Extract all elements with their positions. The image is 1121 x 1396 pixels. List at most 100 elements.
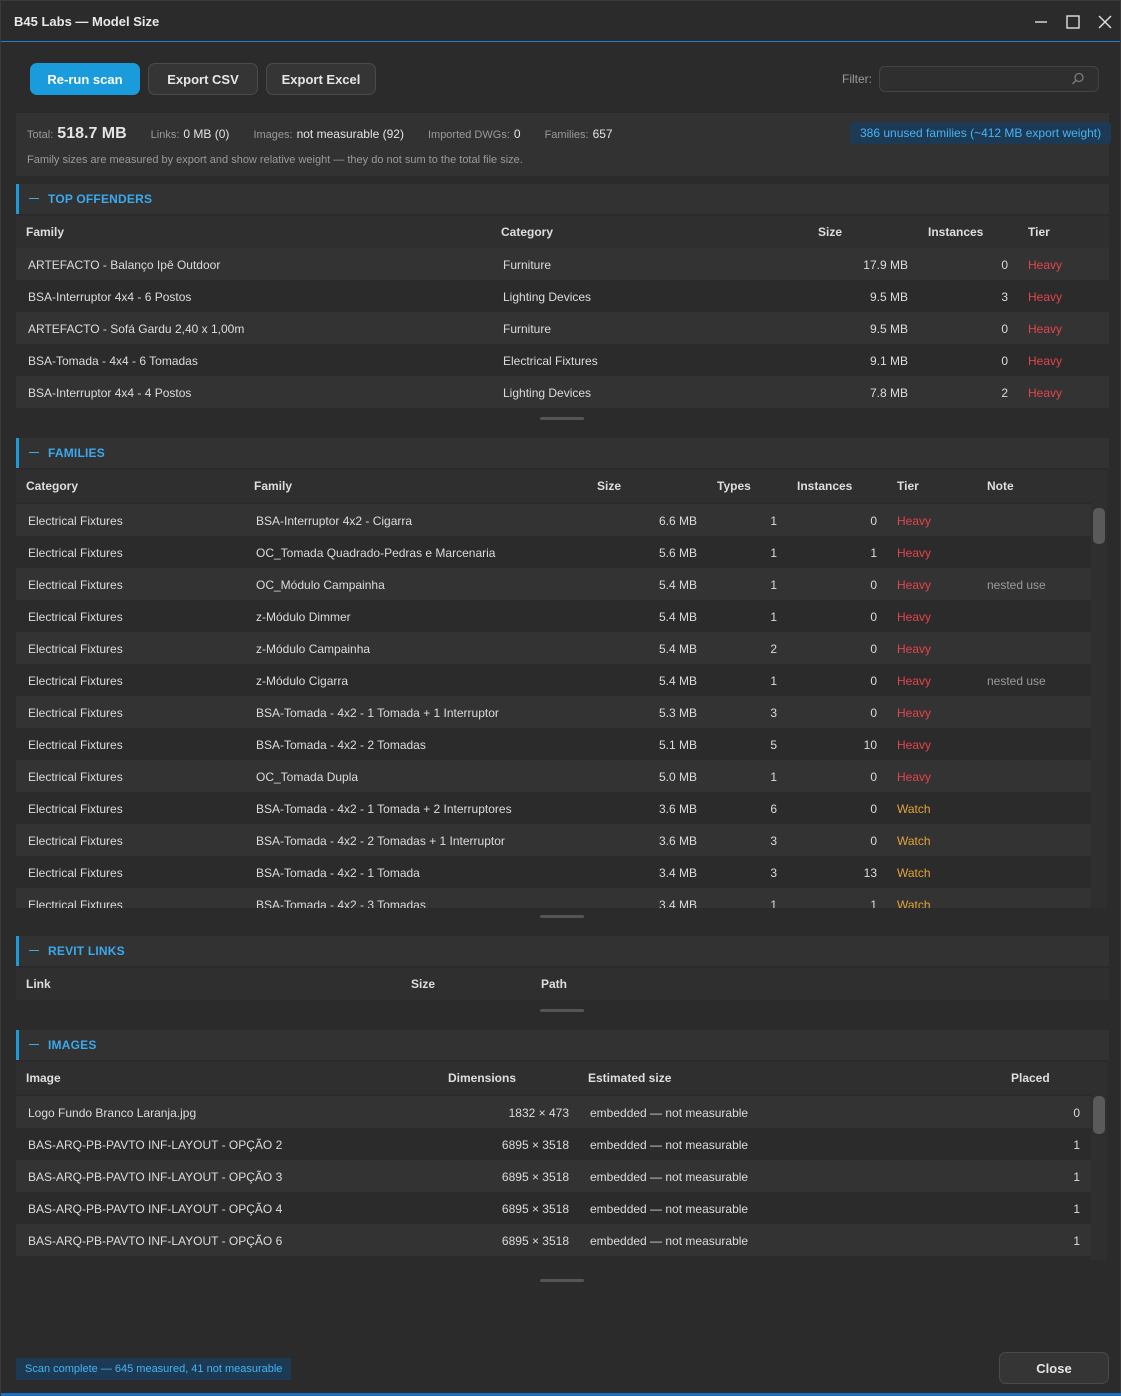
col-size[interactable]: Size	[818, 225, 842, 239]
table-row[interactable]: BSA-Tomada - 4x4 - 6 Tomadas Electrical F…	[16, 344, 1109, 376]
table-row[interactable]: Logo Fundo Branco Laranja.jpg 1832 × 473 e…	[16, 1096, 1091, 1128]
col-types[interactable]: Types	[717, 479, 751, 493]
section-title: FAMILIES	[48, 446, 105, 460]
instances-value: 0	[870, 674, 877, 688]
category-name: Furniture	[503, 322, 552, 336]
total-value: 518.7 MB	[57, 125, 127, 142]
image-name: BAS-ARQ-PB-PAVTO INF-LAYOUT - OPÇÃO 2	[28, 1138, 283, 1152]
category-name: Lighting Devices	[503, 290, 592, 304]
table-row[interactable]: Electrical Fixtures z-Módulo Cigarra 5.4 M…	[16, 664, 1091, 696]
images-header[interactable]: IMAGES	[16, 1030, 1109, 1060]
table-row[interactable]: Electrical Fixtures BSA-Tomada - 4x2 - 1 …	[16, 792, 1091, 824]
table-row[interactable]: BAS-ARQ-PB-PAVTO INF-LAYOUT - OPÇÃO 3 689…	[16, 1160, 1091, 1192]
table-row[interactable]: Electrical Fixtures BSA-Interruptor 4x2 -…	[16, 504, 1091, 536]
col-category[interactable]: Category	[501, 225, 553, 239]
col-estimated-size[interactable]: Estimated size	[588, 1071, 671, 1085]
table-row[interactable]: BAS-ARQ-PB-PAVTO INF-LAYOUT - OPÇÃO 2 689…	[16, 1128, 1091, 1160]
table-row[interactable]: Electrical Fixtures BSA-Tomada - 4x2 - 2 …	[16, 824, 1091, 856]
category-name: Electrical Fixtures	[28, 802, 123, 816]
estimated-size: embedded — not measurable	[590, 1170, 749, 1184]
size-value: 5.3 MB	[658, 706, 697, 720]
export-csv-button[interactable]: Export CSV	[148, 63, 258, 95]
close-button[interactable]: Close	[999, 1352, 1109, 1384]
tier-badge: Heavy	[897, 610, 932, 624]
table-row[interactable]: BAS-ARQ-PB-PAVTO INF-LAYOUT - OPÇÃO 4 689…	[16, 1192, 1091, 1224]
scrollbar-thumb[interactable]	[1093, 508, 1105, 544]
dimensions-value: 6895 × 3518	[501, 1234, 569, 1248]
images-scrollbar[interactable]	[1091, 1062, 1107, 1260]
col-note[interactable]: Note	[987, 479, 1014, 493]
table-row[interactable]: Electrical Fixtures OC_Tomada Dupla 5.0 MB…	[16, 760, 1091, 792]
table-row[interactable]: BAS-ARQ-PB-PAVTO INF-LAYOUT - OPÇÃO 6 689…	[16, 1224, 1091, 1256]
table-row[interactable]: ARTEFACTO - Sofá Gardu 2,40 x 1,00m Furni…	[16, 312, 1109, 344]
category-name: Electrical Fixtures	[28, 738, 123, 752]
estimated-size: embedded — not measurable	[590, 1202, 749, 1216]
maximize-button[interactable]	[1060, 9, 1086, 35]
table-row[interactable]: Electrical Fixtures z-Módulo Campainha 5.4…	[16, 632, 1091, 664]
size-value: 3.4 MB	[658, 866, 697, 880]
col-tier[interactable]: Tier	[1028, 225, 1050, 239]
minimize-button[interactable]	[1028, 9, 1054, 35]
col-family[interactable]: Family	[254, 479, 292, 493]
types-value: 1	[770, 578, 777, 592]
scrollbar-thumb[interactable]	[1093, 1096, 1105, 1134]
types-value: 1	[770, 610, 777, 624]
images-table-header: Image Dimensions Estimated size Placed	[16, 1062, 1091, 1094]
col-image[interactable]: Image	[26, 1071, 61, 1085]
resize-handle[interactable]	[540, 417, 584, 420]
category-name: Furniture	[503, 258, 552, 272]
col-size[interactable]: Size	[597, 479, 621, 493]
table-row[interactable]: Electrical Fixtures BSA-Tomada - 4x2 - 3 …	[16, 888, 1091, 908]
table-row[interactable]: Electrical Fixtures BSA-Tomada - 4x2 - 2 …	[16, 728, 1091, 760]
table-row[interactable]: Electrical Fixtures z-Módulo Dimmer 5.4 MB…	[16, 600, 1091, 632]
family-name: BSA-Tomada - 4x2 - 3 Tomadas	[256, 898, 426, 908]
tier-badge: Heavy	[897, 546, 932, 560]
families-header[interactable]: FAMILIES	[16, 438, 1109, 468]
table-row[interactable]: Electrical Fixtures BSA-Tomada - 4x2 - 1 …	[16, 856, 1091, 888]
size-value: 5.1 MB	[658, 738, 697, 752]
col-placed[interactable]: Placed	[1011, 1071, 1050, 1085]
resize-handle[interactable]	[540, 1279, 584, 1282]
tier-badge: Heavy	[897, 578, 932, 592]
rerun-scan-button[interactable]: Re-run scan	[30, 63, 140, 95]
col-link[interactable]: Link	[26, 977, 51, 991]
resize-handle[interactable]	[540, 915, 584, 918]
export-excel-button[interactable]: Export Excel	[266, 63, 376, 95]
col-family[interactable]: Family	[26, 225, 64, 239]
instances-value: 0	[870, 578, 877, 592]
col-path[interactable]: Path	[541, 977, 567, 991]
table-row[interactable]: ARTEFACTO - Balanço Ipê Outdoor Furniture…	[16, 248, 1109, 280]
resize-handle[interactable]	[540, 1009, 584, 1012]
size-value: 5.4 MB	[658, 674, 697, 688]
table-row[interactable]: BSA-Interruptor 4x4 - 4 Postos Lighting D…	[16, 376, 1109, 408]
unused-families-badge[interactable]: 386 unused families (~412 MB export weig…	[850, 122, 1112, 144]
table-row[interactable]: Electrical Fixtures BSA-Tomada - 4x2 - 1 …	[16, 696, 1091, 728]
col-instances[interactable]: Instances	[928, 225, 983, 239]
instances-value: 13	[863, 866, 877, 880]
close-window-button[interactable]	[1092, 9, 1118, 35]
instances-value: 0	[870, 706, 877, 720]
dimensions-value: 6895 × 3518	[501, 1170, 569, 1184]
category-name: Electrical Fixtures	[28, 642, 123, 656]
estimated-size: embedded — not measurable	[590, 1106, 749, 1120]
col-dimensions[interactable]: Dimensions	[448, 1071, 516, 1085]
revit-links-header[interactable]: REVIT LINKS	[16, 936, 1109, 966]
filter-label: Filter:	[842, 72, 872, 86]
category-name: Electrical Fixtures	[28, 866, 123, 880]
families-label: Families:	[544, 129, 589, 141]
families-scrollbar[interactable]	[1091, 470, 1107, 908]
summary-note: Family sizes are measured by export and …	[27, 154, 523, 166]
table-row[interactable]: Electrical Fixtures OC_Módulo Campainha 5.…	[16, 568, 1091, 600]
size-value: 5.6 MB	[658, 546, 697, 560]
family-name: BSA-Tomada - 4x2 - 2 Tomadas	[256, 738, 426, 752]
table-row[interactable]: Electrical Fixtures OC_Tomada Quadrado-Pe…	[16, 536, 1091, 568]
filter-input[interactable]	[879, 66, 1099, 92]
col-size[interactable]: Size	[411, 977, 435, 991]
col-tier[interactable]: Tier	[897, 479, 919, 493]
section-title: REVIT LINKS	[48, 944, 125, 958]
top-offenders-header[interactable]: TOP OFFENDERS	[16, 184, 1109, 214]
col-category[interactable]: Category	[26, 479, 78, 493]
instances-value: 0	[870, 834, 877, 848]
col-instances[interactable]: Instances	[797, 479, 852, 493]
table-row[interactable]: BSA-Interruptor 4x4 - 6 Postos Lighting D…	[16, 280, 1109, 312]
